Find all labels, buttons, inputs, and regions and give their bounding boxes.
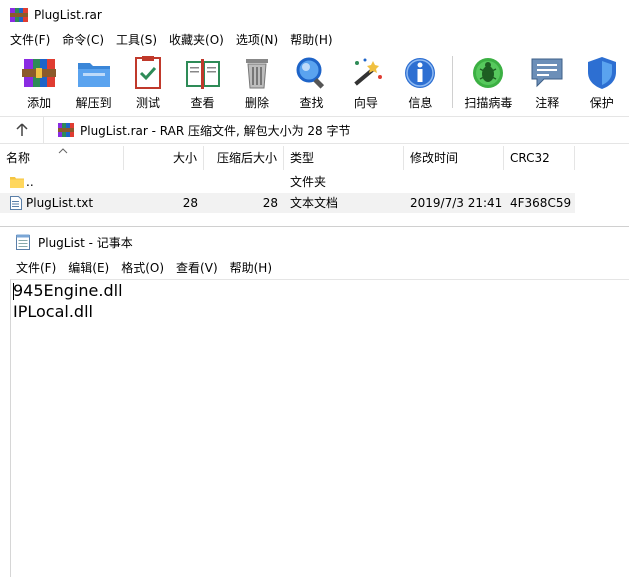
- wizard-label: 向导: [353, 96, 378, 110]
- menu-help[interactable]: 帮助(H): [284, 30, 338, 50]
- sort-ascending-icon: [58, 148, 68, 154]
- notepad-text-area[interactable]: 945Engine.dll IPLocal.dll: [10, 279, 629, 577]
- np-menu-help[interactable]: 帮助(H): [224, 257, 278, 279]
- file-name: ..: [26, 175, 34, 189]
- view-button[interactable]: 查看: [175, 50, 229, 112]
- test-button[interactable]: 测试: [121, 50, 175, 112]
- protect-icon: [587, 57, 616, 89]
- delete-button[interactable]: 删除: [230, 50, 284, 112]
- file-type: 文件夹: [290, 175, 327, 189]
- winrar-app-icon: [10, 8, 28, 22]
- up-arrow-icon: [15, 123, 28, 136]
- menu-options[interactable]: 选项(N): [230, 30, 284, 50]
- add-button[interactable]: 添加: [12, 50, 66, 112]
- wizard-button[interactable]: 向导: [339, 50, 393, 112]
- column-header-size[interactable]: 大小: [124, 146, 204, 170]
- menu-command[interactable]: 命令(C): [56, 30, 110, 50]
- comment-button[interactable]: 注释: [520, 50, 574, 112]
- window-title: PlugList.rar: [34, 8, 102, 22]
- comment-icon: [531, 58, 563, 88]
- test-label: 测试: [136, 96, 161, 110]
- column-header-type[interactable]: 类型: [284, 146, 404, 170]
- column-header-name[interactable]: 名称: [0, 146, 124, 170]
- find-icon: [296, 57, 325, 89]
- text-line: IPLocal.dll: [13, 302, 93, 321]
- protect-button[interactable]: 保护: [574, 50, 628, 112]
- comment-label: 注释: [535, 96, 560, 110]
- notepad-window: PlugList - 记事本 文件(F) 编辑(E) 格式(O) 查看(V) 帮…: [0, 226, 629, 577]
- view-label: 查看: [190, 96, 215, 110]
- extract-to-icon: [77, 63, 110, 87]
- delete-label: 删除: [244, 96, 269, 110]
- menu-file[interactable]: 文件(F): [4, 30, 56, 50]
- file-packed-size: 28: [262, 196, 278, 210]
- archive-icon: [58, 123, 74, 137]
- delete-icon: [246, 59, 268, 89]
- notepad-app-icon: [16, 234, 30, 250]
- add-archive-icon: [22, 59, 57, 87]
- address-text: PlugList.rar - RAR 压缩文件, 解包大小为 28 字节: [80, 123, 351, 138]
- np-menu-edit[interactable]: 编辑(E): [62, 257, 115, 279]
- info-icon: [405, 58, 436, 88]
- menu-favorites[interactable]: 收藏夹(O): [163, 30, 230, 50]
- virus-scan-icon: [473, 58, 504, 88]
- extract-to-label: 解压到: [75, 96, 112, 110]
- file-type: 文本文档: [290, 196, 339, 210]
- wizard-icon: [354, 58, 382, 86]
- virus-scan-label: 扫描病毒: [464, 96, 513, 110]
- toolbar-separator: [451, 56, 453, 108]
- np-menu-view[interactable]: 查看(V): [170, 257, 224, 279]
- info-label: 信息: [408, 96, 433, 110]
- notepad-titlebar: PlugList - 记事本: [0, 227, 629, 257]
- file-row-pluglist[interactable]: PlugList.txt 28 28 文本文档 2019/7/3 21:41 4…: [0, 193, 575, 213]
- file-size: 28: [182, 196, 198, 210]
- add-label: 添加: [27, 96, 52, 110]
- winrar-toolbar: 添加 解压到 测试 查看 删除 查找 向导 信息 扫描病毒 注释 保护: [0, 50, 629, 115]
- test-icon: [135, 56, 162, 89]
- virus-scan-button[interactable]: 扫描病毒: [457, 50, 520, 112]
- column-header-packed[interactable]: 压缩后大小: [204, 146, 284, 170]
- text-caret: [13, 283, 14, 300]
- address-bar: PlugList.rar - RAR 压缩文件, 解包大小为 28 字节: [0, 116, 629, 144]
- winrar-menubar: 文件(F) 命令(C) 工具(S) 收藏夹(O) 选项(N) 帮助(H): [0, 30, 629, 50]
- info-button[interactable]: 信息: [393, 50, 447, 112]
- view-icon: [185, 59, 220, 89]
- find-label: 查找: [299, 96, 324, 110]
- up-folder-button[interactable]: [0, 117, 44, 143]
- np-menu-file[interactable]: 文件(F): [10, 257, 62, 279]
- file-row-parent[interactable]: .. 文件夹: [0, 172, 575, 192]
- extract-to-button[interactable]: 解压到: [66, 50, 120, 112]
- file-modified: 2019/7/3 21:41: [410, 196, 503, 210]
- find-button[interactable]: 查找: [284, 50, 338, 112]
- file-crc: 4F368C59: [510, 196, 572, 210]
- text-line: 945Engine.dll: [13, 281, 123, 300]
- menu-tools[interactable]: 工具(S): [110, 30, 163, 50]
- column-header-modified[interactable]: 修改时间: [404, 146, 504, 170]
- protect-label: 保护: [589, 96, 614, 110]
- file-name: PlugList.txt: [26, 196, 94, 210]
- notepad-menubar: 文件(F) 编辑(E) 格式(O) 查看(V) 帮助(H): [0, 257, 629, 279]
- np-menu-format[interactable]: 格式(O): [115, 257, 170, 279]
- column-header-crc[interactable]: CRC32: [504, 146, 575, 170]
- file-list: 名称 大小 压缩后大小 类型 修改时间 CRC32 .. 文件夹 PlugLis…: [0, 146, 629, 226]
- winrar-titlebar: PlugList.rar: [0, 0, 629, 30]
- notepad-title: PlugList - 记事本: [38, 235, 133, 250]
